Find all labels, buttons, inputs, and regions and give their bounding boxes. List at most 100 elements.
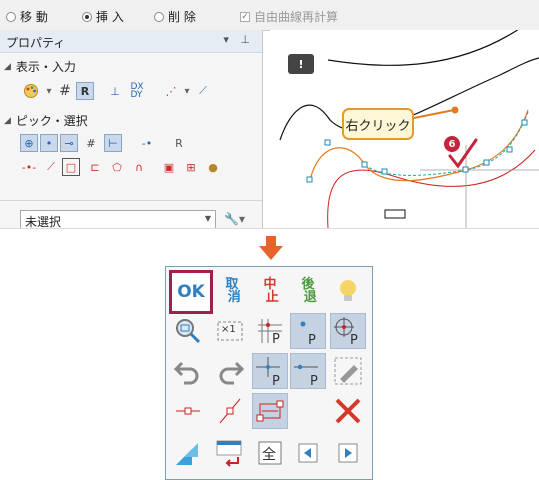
close-icon <box>335 398 361 424</box>
drawing-canvas[interactable]: ! 右クリック 6 <box>270 30 539 228</box>
select-all-icon[interactable]: ▣ <box>160 158 178 176</box>
select-frame-icon[interactable]: ⊞ <box>182 158 200 176</box>
panel-title-bar: プロパティ ▾ ⊥ <box>0 30 262 53</box>
insert-radio[interactable]: 挿 入 <box>82 8 124 25</box>
section-display-label: 表示・入力 <box>15 60 76 74</box>
edit-tool-button[interactable] <box>330 353 366 389</box>
section-pick-label: ピック・選択 <box>15 114 88 128</box>
grid-pick-button[interactable]: P <box>252 313 288 349</box>
redo-button[interactable] <box>212 353 248 389</box>
layer-stack-icon <box>176 443 198 465</box>
properties-panel: プロパティ ▾ ⊥ ◢ 表示・入力 ▾ # R ⊥ DX DY ⋰ ▾ ⟋ ◢ ピ… <box>0 30 263 228</box>
center-pick-button[interactable]: P <box>330 313 366 349</box>
diagonal-select-button[interactable] <box>212 393 248 429</box>
radio-indicator <box>154 11 164 22</box>
select-diagonal-icon[interactable]: ⟋ <box>42 158 60 176</box>
abort-button[interactable]: 中 止 <box>252 273 288 309</box>
zoom-window-button[interactable] <box>170 313 206 349</box>
line-select-button[interactable] <box>170 393 206 429</box>
down-arrow-icon <box>259 236 283 260</box>
pick-grid-icon[interactable]: # <box>82 134 100 152</box>
next-button[interactable] <box>330 435 366 471</box>
hint-lightbulb-button[interactable] <box>330 273 366 309</box>
collapse-arrow-icon: ◢ <box>4 115 11 126</box>
window-switch-button[interactable] <box>212 435 248 471</box>
select-curve-icon[interactable]: ∩ <box>130 158 148 176</box>
section-display-input[interactable]: ◢ 表示・入力 <box>4 58 76 75</box>
step-number-badge: 6 <box>444 136 460 152</box>
undo-icon <box>173 361 199 385</box>
pick-vertex-icon[interactable]: ⊢ <box>104 134 122 152</box>
perpendicular-pick-icon: P <box>256 357 280 387</box>
delete-button[interactable] <box>330 393 366 429</box>
point-pick-button[interactable]: P <box>290 313 326 349</box>
callout-bubble: 右クリック <box>342 108 414 140</box>
cancel-label: 取 消 <box>225 277 241 305</box>
grid-pick-icon: P <box>258 319 282 347</box>
lightbulb-icon <box>340 280 356 301</box>
rect-select-button[interactable] <box>252 393 288 429</box>
ok-button[interactable]: OK <box>169 270 213 314</box>
undo-button[interactable] <box>170 353 206 389</box>
cancel-button[interactable]: 取 消 <box>214 273 250 309</box>
black-curve-top <box>327 30 519 66</box>
r-mode-icon[interactable]: R <box>76 82 94 100</box>
layer-button[interactable] <box>170 435 206 471</box>
callout-leader <box>413 109 455 119</box>
select-rect-icon[interactable]: □ <box>62 158 80 176</box>
context-popup-menu: OK 取 消 中 止 後 退 ×1 P P P P P 全 <box>165 266 373 480</box>
wrench-icon[interactable]: 🔧▾ <box>224 212 245 226</box>
callout-text: 右クリック <box>345 118 411 134</box>
pick-circle-icon[interactable]: ⊕ <box>20 134 38 152</box>
pick-point-icon[interactable]: • <box>40 134 58 152</box>
arrow-left-icon <box>298 443 318 463</box>
dxdy-icon[interactable]: DX DY <box>128 82 146 100</box>
small-object <box>384 209 406 219</box>
eyedropper-icon[interactable]: ⟋ <box>194 82 212 100</box>
pick-endpoint-icon[interactable]: -• <box>138 134 156 152</box>
section-pick-select[interactable]: ◢ ピック・選択 <box>4 112 88 129</box>
select-polygon-icon[interactable]: ⬠ <box>108 158 126 176</box>
arrow-right-icon <box>338 443 358 463</box>
info-icon: ! <box>288 54 314 74</box>
selection-dropdown[interactable]: 未選択 ▼ <box>20 210 216 228</box>
previous-button[interactable] <box>290 435 326 471</box>
zoom-ratio-button[interactable]: ×1 <box>212 313 248 349</box>
recalc-freecurve-checkbox[interactable]: ✓ 自由曲線再計算 <box>240 8 338 25</box>
red-curve <box>327 149 536 228</box>
perpendicular-pick-button[interactable]: P <box>252 353 288 389</box>
redo-icon <box>219 361 245 385</box>
svg-text:P: P <box>272 374 280 387</box>
align-icon[interactable]: ⊥ <box>106 82 124 100</box>
svg-text:P: P <box>350 333 358 347</box>
pick-rp-icon[interactable]: R <box>170 134 188 152</box>
pick-cross-icon[interactable]: ⊸ <box>60 134 78 152</box>
window-return-icon <box>216 440 242 467</box>
recalc-freecurve-label: 自由曲線再計算 <box>254 10 339 24</box>
panel-pin-icon[interactable]: ▾ ⊥ <box>223 33 254 46</box>
check-icon: ✓ <box>240 11 250 22</box>
ok-label: OK <box>177 282 205 302</box>
panel-divider <box>0 200 262 201</box>
rect-select-icon <box>256 400 284 422</box>
svg-text:P: P <box>308 333 316 347</box>
application-screenshot: 移 動 挿 入 削 除 ✓ 自由曲線再計算 プロパティ ▾ ⊥ ◢ 表示・入力 … <box>0 0 539 229</box>
abort-label: 中 止 <box>263 277 279 305</box>
select-all-label: 全 <box>262 447 276 463</box>
move-radio[interactable]: 移 動 <box>6 8 48 25</box>
collapse-arrow-icon: ◢ <box>4 61 11 72</box>
select-all-button[interactable]: 全 <box>252 435 288 471</box>
select-bracket-icon[interactable]: ⊏ <box>86 158 104 176</box>
grid-icon[interactable]: # <box>56 82 74 100</box>
palette-icon[interactable] <box>22 82 40 100</box>
endpoint-pick-button[interactable]: P <box>290 353 326 389</box>
empty-slot <box>290 393 326 429</box>
delete-radio[interactable]: 削 除 <box>154 8 196 25</box>
select-bag-icon[interactable]: ● <box>204 158 222 176</box>
panel-title: プロパティ <box>6 36 66 50</box>
back-button[interactable]: 後 退 <box>290 273 326 309</box>
callout-anchor-dot <box>451 106 459 114</box>
select-segment-icon[interactable]: -•- <box>20 158 38 176</box>
svg-text:P: P <box>272 332 280 347</box>
pencil-icon <box>334 357 362 385</box>
